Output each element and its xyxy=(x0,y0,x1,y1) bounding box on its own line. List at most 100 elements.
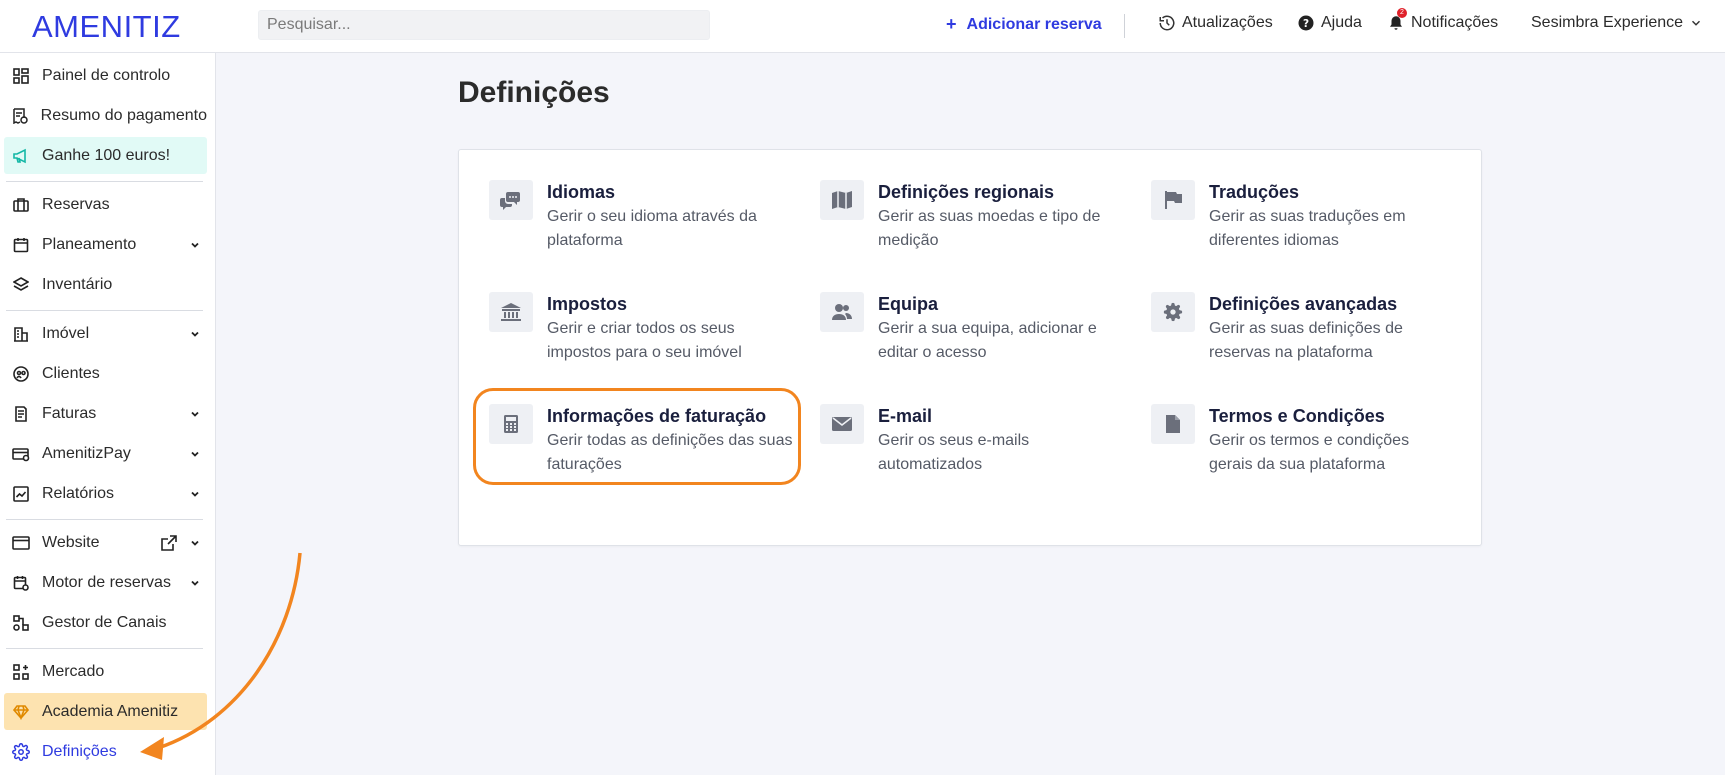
sidebar-divider xyxy=(6,181,203,182)
sidebar-item-amenitizpay[interactable]: AmenitizPay xyxy=(4,435,207,472)
setting-title: Definições regionais xyxy=(878,182,1055,202)
sidebar-item-label: Ganhe 100 euros! xyxy=(42,146,171,164)
chevron-down-icon xyxy=(187,535,203,551)
receipt-euro-icon xyxy=(10,105,31,127)
search-input[interactable] xyxy=(258,10,710,40)
booking-engine-icon xyxy=(10,572,32,594)
flag-icon xyxy=(1151,180,1195,220)
sidebar-item-label: Website xyxy=(42,533,100,551)
setting-languages[interactable]: Idiomas Gerir o seu idioma através da pl… xyxy=(489,180,799,270)
setting-regional[interactable]: Definições regionais Gerir as suas moeda… xyxy=(820,180,1130,270)
map-icon xyxy=(820,180,864,220)
setting-billing-info[interactable]: Informações de faturação Gerir todas as … xyxy=(489,404,799,494)
calendar-icon xyxy=(10,234,32,256)
sidebar-item-inventory[interactable]: Inventário xyxy=(4,266,207,303)
setting-email[interactable]: E-mail Gerir os seus e-mails automatizad… xyxy=(820,404,1130,494)
setting-description: faturações xyxy=(547,456,622,473)
setting-description: plataforma xyxy=(547,232,623,249)
add-reservation-button[interactable]: + Adicionar reserva xyxy=(946,14,1102,35)
setting-description: reservas na plataforma xyxy=(1209,344,1373,361)
document-icon xyxy=(1151,404,1195,444)
setting-description: Gerir todas as definições das suas xyxy=(547,432,793,449)
account-menu[interactable]: Sesimbra Experience xyxy=(1531,14,1703,32)
help-button[interactable]: ? Ajuda xyxy=(1297,14,1362,32)
external-link-icon[interactable] xyxy=(161,534,179,552)
chat-bubbles-icon xyxy=(489,180,533,220)
sidebar-item-channel-manager[interactable]: Gestor de Canais xyxy=(4,604,207,641)
sidebar-item-label: Reservas xyxy=(42,195,110,213)
sidebar-item-reservations[interactable]: Reservas xyxy=(4,186,207,223)
top-bar: AMENITIZ + Adicionar reserva Atualizaçõe… xyxy=(0,0,1725,53)
envelope-icon xyxy=(820,404,864,444)
sidebar-item-label: Clientes xyxy=(42,364,100,382)
chevron-down-icon xyxy=(187,237,203,253)
sidebar-divider xyxy=(6,519,203,520)
setting-title: E-mail xyxy=(878,406,933,426)
calculator-icon xyxy=(489,404,533,444)
setting-translations[interactable]: Traduções Gerir as suas traduções em dif… xyxy=(1151,180,1461,270)
updates-button[interactable]: Atualizações xyxy=(1158,14,1273,32)
setting-description: Gerir e criar todos os seus xyxy=(547,320,735,337)
clients-icon xyxy=(10,363,32,385)
setting-description: automatizados xyxy=(878,456,983,473)
setting-description: Gerir os termos e condições xyxy=(1209,432,1410,449)
help-label: Ajuda xyxy=(1321,14,1362,31)
sidebar-item-label: AmenitizPay xyxy=(42,444,131,462)
sidebar: Painel de controlo Resumo do pagamento G… xyxy=(0,53,216,775)
notifications-label: Notificações xyxy=(1411,14,1499,31)
chart-icon xyxy=(10,483,32,505)
notifications-button[interactable]: 2 Notificações xyxy=(1387,8,1499,32)
card-icon xyxy=(10,443,32,465)
sidebar-item-booking-engine[interactable]: Motor de reservas xyxy=(4,564,207,601)
sidebar-item-label: Painel de controlo xyxy=(42,66,171,84)
sidebar-item-planning[interactable]: Planeamento xyxy=(4,226,207,263)
sidebar-item-clients[interactable]: Clientes xyxy=(4,355,207,392)
amenitiz-logo[interactable]: AMENITIZ xyxy=(32,9,181,45)
sidebar-item-dashboard[interactable]: Painel de controlo xyxy=(4,57,207,94)
sidebar-item-property[interactable]: Imóvel xyxy=(4,315,207,352)
sidebar-item-market[interactable]: Mercado xyxy=(4,653,207,690)
topbar-divider xyxy=(1124,14,1125,38)
setting-description: impostos para o seu imóvel xyxy=(547,344,742,361)
setting-description: medição xyxy=(878,232,939,249)
sidebar-item-label: Faturas xyxy=(42,404,97,422)
sidebar-item-label: Planeamento xyxy=(42,235,137,253)
plus-icon: + xyxy=(946,14,957,34)
sidebar-item-payment-summary[interactable]: Resumo do pagamento xyxy=(4,97,207,134)
setting-description: Gerir a sua equipa, adicionar e xyxy=(878,320,1097,337)
setting-title: Idiomas xyxy=(547,182,616,202)
setting-team[interactable]: Equipa Gerir a sua equipa, adicionar e e… xyxy=(820,292,1130,382)
market-icon xyxy=(10,661,32,683)
setting-advanced[interactable]: Definições avançadas Gerir as suas defin… xyxy=(1151,292,1461,382)
sidebar-item-settings[interactable]: Definições xyxy=(4,733,207,770)
sidebar-item-academy[interactable]: Academia Amenitiz xyxy=(4,693,207,730)
dashboard-icon xyxy=(10,65,32,87)
sidebar-item-referral[interactable]: Ganhe 100 euros! xyxy=(4,137,207,174)
add-reservation-label: Adicionar reserva xyxy=(966,15,1102,33)
sidebar-item-website[interactable]: Website xyxy=(4,524,207,561)
layers-icon xyxy=(10,274,32,296)
setting-description: Gerir o seu idioma através da xyxy=(547,208,757,225)
setting-description: Gerir as suas definições de xyxy=(1209,320,1403,337)
page-title: Definições xyxy=(458,76,610,109)
setting-taxes[interactable]: Impostos Gerir e criar todos os seus imp… xyxy=(489,292,799,382)
sidebar-item-label: Academia Amenitiz xyxy=(42,702,179,720)
setting-description: Gerir as suas moedas e tipo de xyxy=(878,208,1101,225)
chevron-down-icon xyxy=(187,406,203,422)
bank-icon xyxy=(489,292,533,332)
sidebar-divider xyxy=(6,648,203,649)
history-icon xyxy=(1159,15,1175,31)
setting-terms[interactable]: Termos e Condições Gerir os termos e con… xyxy=(1151,404,1461,494)
setting-description: editar o acesso xyxy=(878,344,987,361)
sidebar-divider xyxy=(6,310,203,311)
channels-icon xyxy=(10,612,32,634)
updates-label: Atualizações xyxy=(1182,14,1273,31)
setting-title: Impostos xyxy=(547,294,628,314)
chevron-down-icon xyxy=(187,446,203,462)
sidebar-item-label: Resumo do pagamento xyxy=(40,106,207,124)
building-icon xyxy=(10,323,32,345)
sidebar-item-label: Gestor de Canais xyxy=(42,613,167,631)
sidebar-item-invoices[interactable]: Faturas xyxy=(4,395,207,432)
sidebar-item-label: Inventário xyxy=(42,275,113,293)
sidebar-item-reports[interactable]: Relatórios xyxy=(4,475,207,512)
